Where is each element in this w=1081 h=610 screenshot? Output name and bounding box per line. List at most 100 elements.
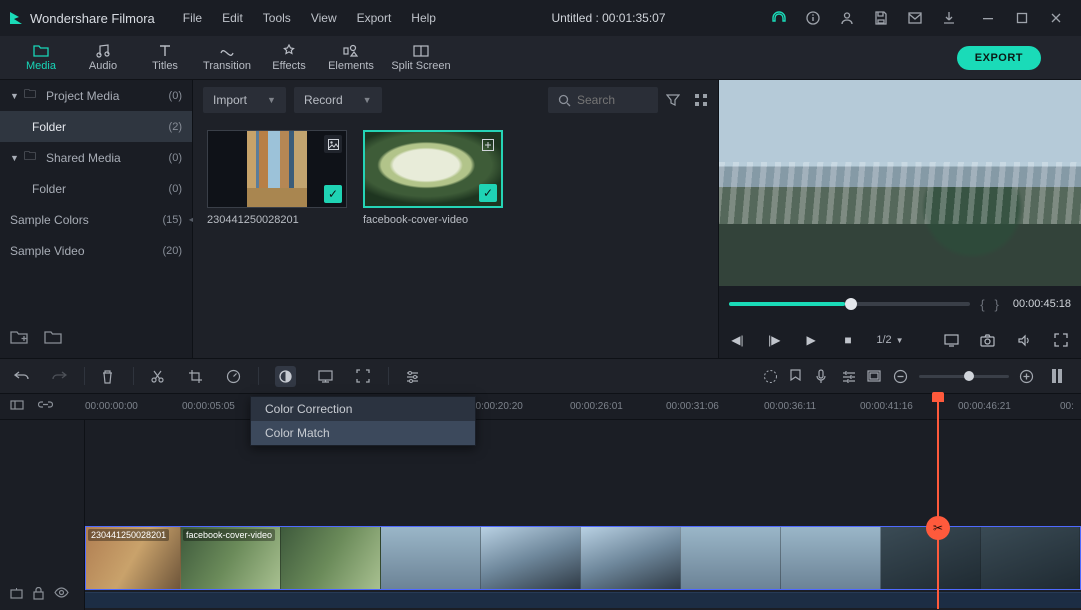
folder-button[interactable] <box>44 330 62 344</box>
new-folder-button[interactable] <box>10 330 28 344</box>
tab-transition-label: Transition <box>203 60 251 72</box>
sidebar-count: (15) <box>162 214 182 226</box>
close-button[interactable] <box>1039 6 1073 30</box>
green-screen-button[interactable] <box>318 370 334 383</box>
display-settings-icon[interactable] <box>944 334 961 347</box>
timeline-tracks[interactable]: 230441250028201 facebook-cover-video <box>85 420 1081 610</box>
add-icon[interactable] <box>479 136 497 154</box>
menu-tools[interactable]: Tools <box>253 7 301 29</box>
sidebar-count: (0) <box>169 90 182 102</box>
mail-icon[interactable] <box>907 10 923 26</box>
next-frame-button[interactable]: |▶ <box>766 333 783 347</box>
menu-item-color-correction[interactable]: Color Correction <box>251 397 475 421</box>
tab-split-screen[interactable]: Split Screen <box>382 38 460 78</box>
tab-media[interactable]: Media <box>10 38 72 78</box>
sidebar-item-shared-media[interactable]: ▼ 🗀 Shared Media (0) <box>0 142 192 173</box>
export-button[interactable]: EXPORT <box>957 46 1041 70</box>
prev-frame-button[interactable]: ◀| <box>729 333 746 347</box>
menu-edit[interactable]: Edit <box>212 7 253 29</box>
undo-button[interactable] <box>14 370 30 383</box>
filter-icon[interactable] <box>666 93 680 107</box>
minimize-button[interactable] <box>971 6 1005 30</box>
playhead[interactable]: ✂ <box>937 394 939 609</box>
save-icon[interactable] <box>873 10 889 26</box>
speed-button[interactable] <box>226 369 242 384</box>
fullscreen-icon[interactable] <box>1054 333 1071 347</box>
delete-button[interactable] <box>101 369 117 384</box>
scissors-icon[interactable]: ✂ <box>926 516 950 540</box>
zoom-slider[interactable] <box>919 375 1009 378</box>
crop-button[interactable] <box>188 369 204 383</box>
maximize-button[interactable] <box>1005 6 1039 30</box>
menu-item-color-match[interactable]: Color Match <box>251 421 475 445</box>
preview-controls: { } 00:00:45:18 ◀| |▶ ▶ ■ 1/2▼ <box>719 286 1081 358</box>
account-icon[interactable] <box>839 10 855 26</box>
download-icon[interactable] <box>941 10 957 26</box>
search-input[interactable] <box>577 93 637 107</box>
audio-track[interactable] <box>85 592 1081 608</box>
track-settings-icon[interactable] <box>10 587 23 600</box>
sidebar-item-project-media[interactable]: ▼ 🗀 Project Media (0) <box>0 80 192 111</box>
info-icon[interactable] <box>805 10 821 26</box>
link-icon[interactable] <box>38 398 53 412</box>
mark-out-icon[interactable]: } <box>995 297 999 312</box>
record-dropdown[interactable]: Record ▼ <box>294 87 382 113</box>
media-item-1[interactable]: ✓ 230441250028201 <box>207 130 347 226</box>
thumbnail-image: ✓ <box>363 130 503 208</box>
menu-file[interactable]: File <box>173 7 212 29</box>
sidebar-count: (0) <box>169 183 182 195</box>
splitscreen-icon <box>413 43 429 59</box>
preview-seek-slider[interactable] <box>729 302 970 306</box>
split-button[interactable] <box>150 369 166 384</box>
menu-view[interactable]: View <box>301 7 347 29</box>
crop-zoom-button[interactable] <box>356 369 372 383</box>
lock-track-icon[interactable] <box>33 587 44 600</box>
sidebar-item-folder-1[interactable]: Folder (2) <box>0 111 192 142</box>
preview-timecode: 00:00:45:18 <box>1013 298 1071 310</box>
preview-viewport[interactable] <box>719 80 1081 286</box>
sidebar-item-sample-colors[interactable]: Sample Colors (15) <box>0 204 192 235</box>
support-icon[interactable] <box>771 10 787 26</box>
tab-effects[interactable]: Effects <box>258 38 320 78</box>
search-box[interactable] <box>548 87 658 113</box>
tab-elements[interactable]: Elements <box>320 38 382 78</box>
media-item-2[interactable]: ✓ facebook-cover-video <box>363 130 503 226</box>
sidebar: ▼ 🗀 Project Media (0) Folder (2) ▼ 🗀 Sha… <box>0 80 193 358</box>
volume-icon[interactable] <box>1017 334 1034 347</box>
tab-audio-label: Audio <box>89 60 117 72</box>
playback-speed-dropdown[interactable]: 1/2▼ <box>876 334 903 346</box>
ruler-tick: 00:00:46:21 <box>958 401 1011 412</box>
color-button[interactable] <box>275 366 296 387</box>
tab-titles-label: Titles <box>152 60 178 72</box>
zoom-in-button[interactable] <box>1019 369 1035 384</box>
ruler-tick: 00: <box>1060 401 1074 412</box>
marker-icon[interactable] <box>789 369 805 384</box>
tab-titles[interactable]: Titles <box>134 38 196 78</box>
stop-button[interactable]: ■ <box>840 333 857 347</box>
ripple-icon[interactable] <box>10 398 24 412</box>
play-button[interactable]: ▶ <box>803 333 820 347</box>
adjust-button[interactable] <box>405 370 421 383</box>
tab-audio[interactable]: Audio <box>72 38 134 78</box>
zoom-fit-button[interactable] <box>1051 368 1067 384</box>
layout-icon[interactable] <box>867 370 883 382</box>
grid-view-icon[interactable] <box>694 93 708 107</box>
redo-button[interactable] <box>52 370 68 383</box>
sidebar-item-label: Project Media <box>46 89 119 103</box>
track-header <box>0 420 85 610</box>
menu-help[interactable]: Help <box>401 7 446 29</box>
render-preview-icon[interactable] <box>763 369 779 384</box>
mark-in-icon[interactable]: { <box>980 297 984 312</box>
visibility-icon[interactable] <box>54 587 69 600</box>
zoom-out-button[interactable] <box>893 369 909 384</box>
voiceover-icon[interactable] <box>815 369 831 384</box>
ruler-tick: 00:00:26:01 <box>570 401 623 412</box>
sidebar-item-sample-video[interactable]: Sample Video (20) <box>0 235 192 266</box>
audio-mixer-icon[interactable] <box>841 370 857 383</box>
tab-transition[interactable]: Transition <box>196 38 258 78</box>
timeline-ruler[interactable]: ✂ 00:00:00:0000:00:05:0500:00:20:2000:00… <box>0 394 1081 420</box>
import-dropdown[interactable]: Import ▼ <box>203 87 286 113</box>
snapshot-icon[interactable] <box>980 334 997 347</box>
menu-export[interactable]: Export <box>347 7 402 29</box>
sidebar-item-folder-2[interactable]: Folder (0) <box>0 173 192 204</box>
